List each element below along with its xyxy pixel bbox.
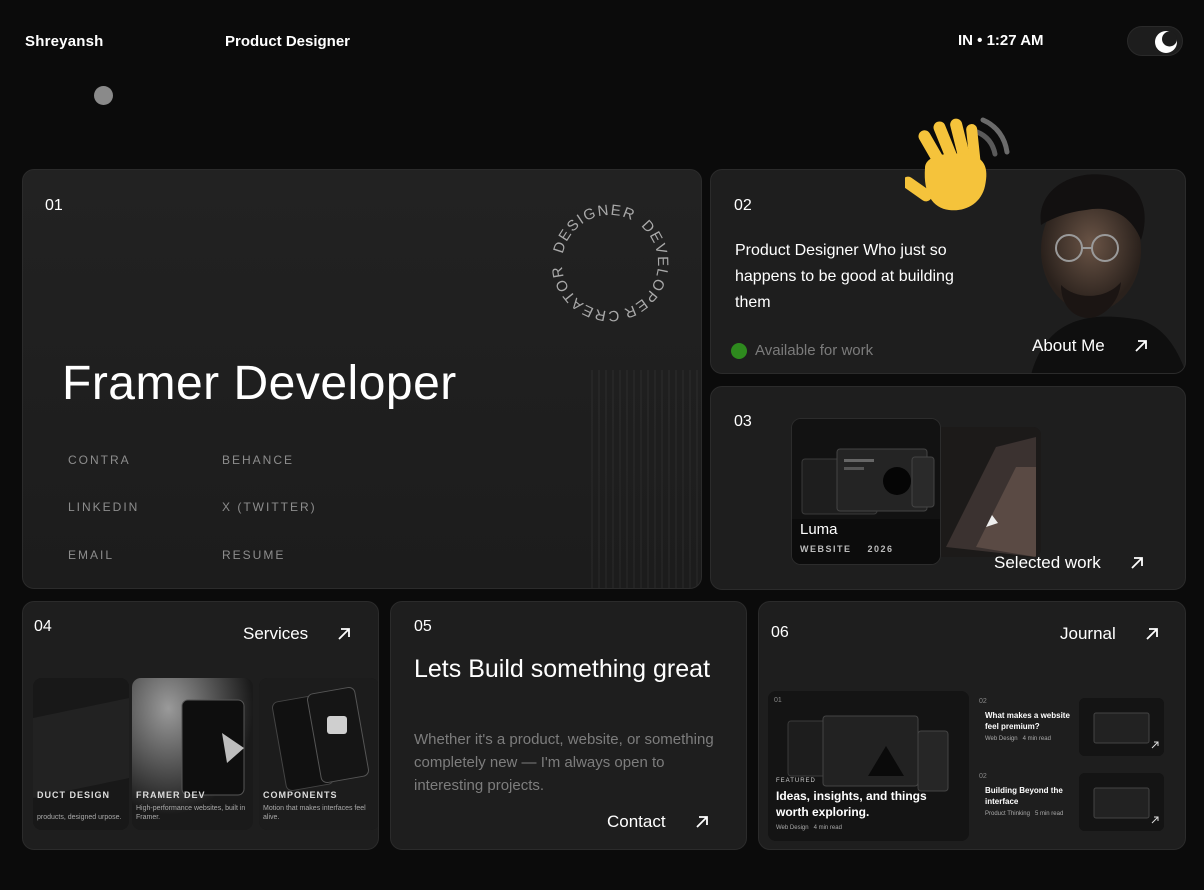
- featured-title: Ideas, insights, and things worth explor…: [776, 789, 927, 819]
- waving-hand-icon: [905, 117, 1010, 211]
- service-description: Motion that makes interfaces feel alive.: [263, 805, 366, 821]
- theme-toggle[interactable]: [1127, 26, 1183, 56]
- arrow-up-right-icon: [1135, 340, 1147, 352]
- top-bar: Shreyansh Product Designer IN • 1:27 AM: [0, 0, 1204, 80]
- social-link-behance[interactable]: BEHANCE: [222, 453, 294, 467]
- social-link-linkedin[interactable]: LINKEDIN: [68, 500, 139, 514]
- service-tile-components[interactable]: COMPONENTS Motion that makes interfaces …: [259, 678, 378, 830]
- local-time: IN • 1:27 AM: [958, 32, 1044, 49]
- about-me-label: About Me: [1032, 336, 1105, 355]
- card-number: 05: [414, 618, 432, 635]
- selected-work-link[interactable]: Selected work: [994, 553, 1145, 573]
- project-meta: WEBSITE 2026: [800, 544, 894, 554]
- featured-read-time: 4 min read: [813, 825, 842, 831]
- ring-word: DESIGNER: [550, 202, 637, 255]
- project-thumbnail-luma[interactable]: Luma WEBSITE 2026: [791, 418, 941, 565]
- svg-text:CREATOR: CREATOR: [549, 264, 620, 324]
- arrow-up-right-icon: [1131, 557, 1143, 569]
- availability-status: Available for work: [731, 342, 873, 359]
- service-tile-product-design[interactable]: DUCT DESIGN products, designed urpose.: [33, 678, 129, 830]
- card-number: 02: [734, 197, 752, 214]
- journal-label: Journal: [1060, 624, 1116, 643]
- services-label: Services: [243, 624, 309, 643]
- availability-label: Available for work: [755, 342, 874, 359]
- social-link-twitter[interactable]: X (TWITTER): [222, 500, 317, 514]
- featured-category: Web Design: [776, 825, 809, 831]
- services-card[interactable]: 04 Services DUCT DESIGN products, design…: [22, 601, 379, 850]
- project-thumbnail-secondary: [936, 427, 1041, 557]
- about-me-link[interactable]: About Me: [1032, 336, 1149, 356]
- post-title: What makes a website feel premium?: [985, 711, 1070, 731]
- post-title: Building Beyond the interface: [985, 786, 1063, 806]
- card-number: 03: [734, 413, 752, 430]
- project-year: 2026: [867, 544, 894, 554]
- article-number: 01: [774, 697, 782, 704]
- contact-description: Whether it's a product, website, or some…: [414, 731, 714, 794]
- cursor-dot: [94, 86, 113, 105]
- header-role: Product Designer: [225, 33, 351, 50]
- selected-work-label: Selected work: [994, 553, 1101, 572]
- contact-card[interactable]: 05 Lets Build something great Whether it…: [390, 601, 747, 850]
- service-title: DUCT DESIGN: [37, 790, 111, 800]
- post-category: Web Design: [985, 736, 1018, 742]
- contact-link[interactable]: Contact: [607, 812, 710, 832]
- bio-text: Product Designer Who just so happens to …: [735, 242, 954, 311]
- card-number: 01: [45, 197, 63, 214]
- service-description: High-performance websites, built in Fram…: [136, 805, 246, 821]
- decorative-stripes: [591, 370, 701, 588]
- journal-post[interactable]: 02 Building Beyond the interface Product…: [979, 773, 1179, 833]
- site-name[interactable]: Shreyansh: [25, 33, 104, 50]
- post-read-time: 4 min read: [1022, 736, 1051, 742]
- service-title: FRAMER DEV: [136, 790, 206, 800]
- service-title: COMPONENTS: [263, 790, 338, 800]
- status-dot-icon: [731, 342, 747, 359]
- arrow-up-right-icon: [695, 816, 708, 828]
- post-number: 02: [979, 698, 987, 705]
- card-number: 04: [34, 618, 52, 635]
- hero-headline: Framer Developer: [62, 357, 457, 410]
- arrow-up-right-icon: [338, 628, 351, 640]
- project-title: Luma: [800, 521, 838, 538]
- post-read-time: 5 min read: [1034, 811, 1064, 817]
- featured-meta: Web Design 4 min read: [776, 825, 842, 831]
- featured-label: FEATURED: [776, 778, 816, 784]
- post-thumbnail: [1079, 698, 1164, 756]
- post-category: Product Thinking: [985, 811, 1030, 817]
- journal-post[interactable]: 02 What makes a website feel premium? We…: [979, 698, 1179, 758]
- post-number: 02: [979, 773, 987, 780]
- service-description: products, designed urpose.: [37, 814, 122, 821]
- contact-headline: Lets Build something great: [414, 655, 711, 683]
- contact-label: Contact: [607, 812, 666, 831]
- services-link[interactable]: Services: [243, 624, 352, 644]
- card-number: 06: [771, 624, 789, 641]
- arrow-up-right-icon: [1146, 628, 1158, 640]
- moon-icon: [1155, 31, 1177, 53]
- ring-word: DEVELOPER: [621, 217, 670, 322]
- svg-text:DESIGNER: DESIGNER: [550, 202, 638, 255]
- social-link-resume[interactable]: RESUME: [222, 548, 285, 562]
- journal-link[interactable]: Journal: [1060, 624, 1160, 644]
- featured-article[interactable]: 01 FEATURED Ideas, insights, and things …: [768, 691, 969, 841]
- social-link-email[interactable]: EMAIL: [68, 548, 114, 562]
- journal-card[interactable]: 06 Journal 01 FEATURED Ideas, insights, …: [758, 601, 1186, 850]
- rotating-badge: DESIGNER DEVELOPER CREATOR: [549, 202, 671, 325]
- post-meta: Web Design 4 min read: [985, 736, 1051, 742]
- ring-word: CREATOR: [549, 264, 618, 324]
- post-thumbnail: [1079, 773, 1164, 831]
- svg-text:DEVELOPER: DEVELOPER: [621, 217, 671, 322]
- project-type: WEBSITE: [800, 544, 852, 554]
- hero-card: 01 DESIGNER DEVELOPER CREATOR Framer Dev…: [22, 169, 702, 589]
- post-meta: Product Thinking 5 min read: [985, 811, 1063, 817]
- service-tile-framer-dev[interactable]: FRAMER DEV High-performance websites, bu…: [132, 678, 253, 830]
- social-link-contra[interactable]: CONTRA: [68, 453, 131, 467]
- selected-work-card[interactable]: 03 Luma WEBSITE 2026 Selected work: [710, 386, 1186, 590]
